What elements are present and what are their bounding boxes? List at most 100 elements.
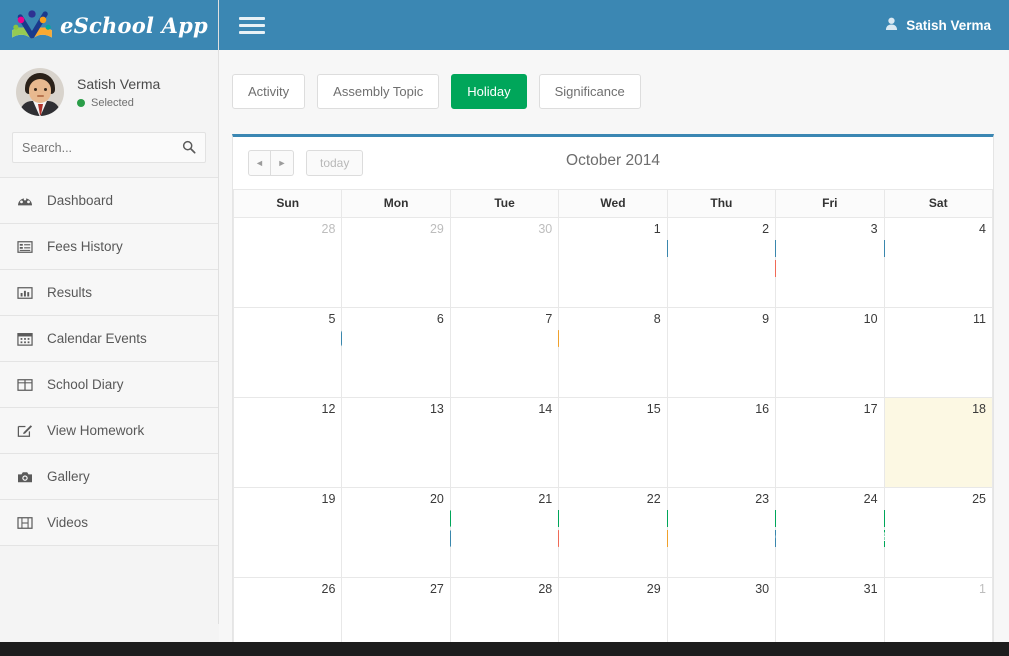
day-number: 7 [545, 312, 553, 326]
edit-icon [16, 423, 34, 438]
tab-holiday[interactable]: Holiday [451, 74, 527, 109]
topbar-user-menu[interactable]: Satish Verma [885, 17, 991, 34]
calendar-day-cell[interactable]: 24 [775, 487, 885, 578]
columns-icon [16, 378, 34, 392]
sidebar-item-label: Fees History [47, 239, 123, 254]
calendar-day-cell[interactable]: 13 [341, 397, 451, 488]
day-number: 30 [755, 582, 770, 596]
day-number: 13 [429, 402, 444, 416]
calendar-day-cell[interactable]: 11 [883, 307, 994, 398]
calendar-day-cell[interactable]: 17 [775, 397, 885, 488]
weekday-header-wed: Wed [558, 189, 668, 218]
calendar-title: October 2014 [566, 152, 660, 169]
calendar-day-cell[interactable]: 9 [666, 307, 777, 398]
day-number: 31 [863, 582, 878, 596]
calendar-day-cell[interactable]: 15 [558, 397, 668, 488]
day-number: 1 [653, 222, 661, 236]
sidebar-item-results[interactable]: Results [0, 270, 218, 316]
day-number: 1 [979, 582, 986, 596]
calendar-day-cell[interactable]: 12 [232, 397, 343, 488]
bottom-bar [0, 642, 1009, 656]
day-number: 23 [755, 492, 770, 506]
weekday-header-sat: Sat [883, 189, 994, 218]
calendar-day-cell[interactable]: 30 [449, 217, 560, 308]
day-number: 29 [429, 222, 444, 236]
day-number: 14 [538, 402, 553, 416]
sidebar-item-videos[interactable]: Videos [0, 500, 218, 546]
calendar-week-row: 28Gandhi JayantiDashera VacationDashera2… [232, 217, 994, 308]
day-number: 25 [972, 492, 986, 506]
search-box[interactable] [12, 132, 206, 163]
day-number: 2 [762, 222, 770, 236]
calendar-weekday-header-row: Sun Mon Tue Wed Thu Fri Sat [232, 189, 994, 218]
sidebar-item-label: School Diary [47, 377, 124, 392]
calendar-day-cell[interactable]: 21 [449, 487, 560, 578]
calendar-day-cell[interactable]: 20 [341, 487, 451, 578]
camera-icon [16, 470, 34, 484]
calendar-day-cell[interactable]: 19Diwali VacationDhanterasRoop Chaturdas… [232, 487, 986, 578]
calendar-icon [16, 331, 34, 346]
day-number: 28 [538, 582, 553, 596]
weekday-header-thu: Thu [666, 189, 777, 218]
calendar-day-cell[interactable]: 4 [883, 217, 994, 308]
sidebar-item-view-homework[interactable]: View Homework [0, 408, 218, 454]
calendar-panel: ◄ ► today October 2014 Sun Mon Tue Wed Thu Fr… [232, 134, 994, 656]
top-navbar: Satish Verma [219, 0, 1009, 50]
calendar-day-cell[interactable]: 3 [775, 217, 885, 308]
tab-significance[interactable]: Significance [538, 74, 641, 109]
film-icon [16, 516, 34, 530]
sidebar-item-dashboard[interactable]: Dashboard [0, 178, 218, 224]
sidebar-item-label: Results [47, 285, 93, 300]
calendar-day-cell[interactable]: 25 [883, 487, 994, 578]
tab-assembly-topic[interactable]: Assembly Topic [317, 74, 440, 109]
profile-status: Selected [77, 97, 160, 109]
calendar-toolbar: ◄ ► today October 2014 [233, 137, 993, 189]
day-number: 24 [863, 492, 878, 506]
day-number: 4 [979, 222, 986, 236]
sidebar-profile[interactable]: Satish Verma Selected [0, 50, 218, 132]
brand-header[interactable]: eSchool App [0, 0, 218, 50]
calendar-day-cell[interactable]: 2 [666, 217, 777, 308]
search-input[interactable] [13, 133, 205, 162]
calendar-day-cell[interactable]: 7 [449, 307, 560, 398]
app-root: eSchool App Satish Verma Selected Search… [0, 0, 1009, 656]
weekday-header-fri: Fri [775, 189, 885, 218]
calendar-day-cell[interactable]: 18 [883, 397, 994, 488]
calendar-day-cell[interactable]: 29 [341, 217, 451, 308]
calendar-day-cell[interactable]: 6 [341, 307, 451, 398]
list-alt-icon [16, 240, 34, 254]
day-number: 15 [646, 402, 661, 416]
calendar-day-cell[interactable]: 8 [558, 307, 668, 398]
avatar [16, 68, 64, 116]
weekday-header-sun: Sun [232, 189, 343, 218]
day-number: 16 [755, 402, 770, 416]
hamburger-icon[interactable] [239, 13, 265, 38]
sidebar-item-label: Videos [47, 515, 89, 530]
calendar-day-cell[interactable]: 5Id-Ul-ZuhaValmiki Jayanti [232, 307, 664, 398]
sidebar-item-label: Dashboard [47, 193, 114, 208]
sidebar-item-fees-history[interactable]: Fees History [0, 224, 218, 270]
calendar-day-cell[interactable]: 23 [666, 487, 777, 578]
day-number: 17 [863, 402, 878, 416]
calendar-day-cell[interactable]: 10 [775, 307, 885, 398]
eschool-book-logo-icon [10, 8, 54, 42]
calendar-day-cell[interactable]: 22 [558, 487, 668, 578]
topbar-user-name: Satish Verma [906, 17, 991, 33]
status-dot-icon [77, 98, 85, 107]
weekday-header-mon: Mon [341, 189, 451, 218]
sidebar-item-label: Gallery [47, 469, 90, 484]
sidebar-item-calendar-events[interactable]: Calendar Events [0, 316, 218, 362]
calendar-body: 28Gandhi JayantiDashera VacationDashera2… [232, 217, 994, 656]
weekday-header-tue: Tue [449, 189, 560, 218]
tab-activity[interactable]: Activity [232, 74, 306, 109]
sidebar-item-gallery[interactable]: Gallery [0, 454, 218, 500]
sidebar-item-school-diary[interactable]: School Diary [0, 362, 218, 408]
calendar-day-cell[interactable]: 16 [666, 397, 777, 488]
search-icon[interactable] [182, 140, 196, 159]
day-number: 29 [646, 582, 661, 596]
calendar-day-cell[interactable]: 14 [449, 397, 560, 488]
calendar-day-cell[interactable]: 1 [558, 217, 668, 308]
calendar-day-cell[interactable]: 28Gandhi JayantiDashera VacationDashera [232, 217, 986, 308]
calendar-grid: SunMonTueWedThuFriSat 28Gandhi JayantiDa… [232, 189, 994, 656]
day-number: 6 [436, 312, 444, 326]
